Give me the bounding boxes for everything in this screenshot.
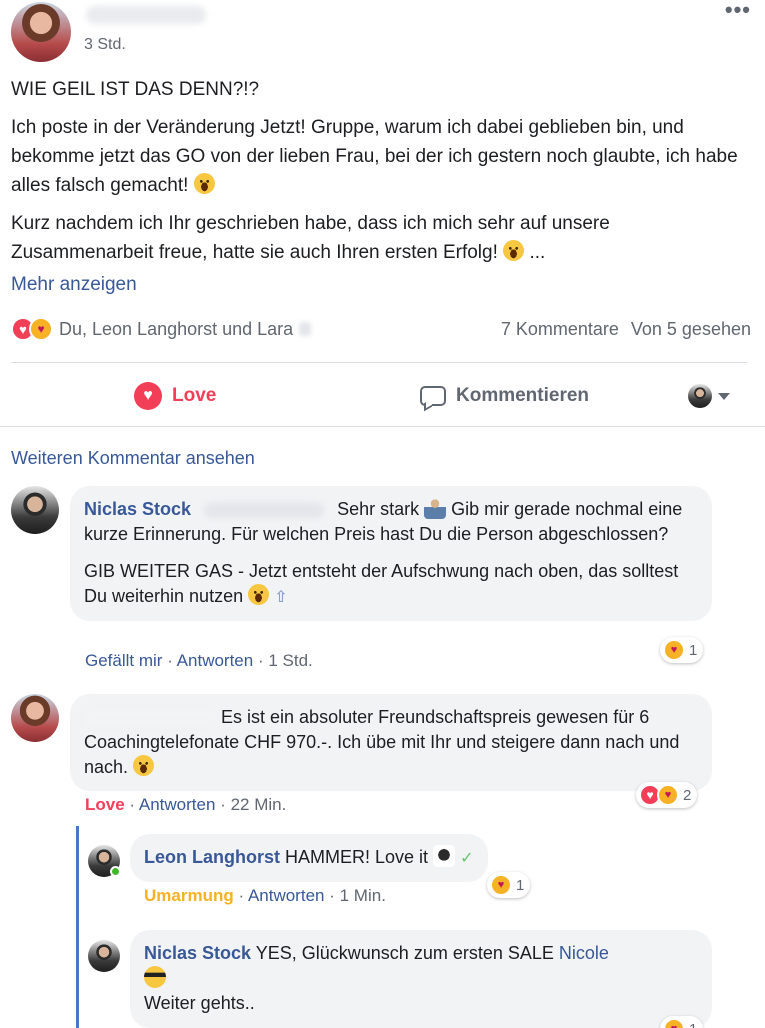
smile-emoji-icon: [133, 755, 155, 776]
comment-as-selector[interactable]: [688, 384, 730, 408]
love-button[interactable]: ♥ Love: [134, 382, 216, 410]
care-reaction-icon: ♥: [29, 317, 53, 341]
reactor-name-redacted: [299, 322, 312, 336]
reply-reaction-badge[interactable]: ♥ 1: [660, 1016, 704, 1028]
reactors-names[interactable]: Du, Leon Langhorst und Lara: [59, 319, 293, 340]
see-more-link[interactable]: Mehr anzeigen: [11, 270, 751, 299]
comment-author-avatar[interactable]: [11, 486, 59, 534]
person-emoji-icon: [424, 497, 447, 519]
comment-meta: Gefällt mir · Antworten · 1 Std.: [85, 651, 313, 670]
reply-thread-line: [76, 826, 79, 1028]
heart-icon: ♥: [134, 382, 162, 410]
divider: [0, 426, 765, 427]
reply-author-name[interactable]: Niclas Stock: [144, 943, 251, 963]
comment-author-avatar[interactable]: [11, 694, 59, 742]
caret-down-icon: [718, 392, 730, 400]
sunglasses-emoji-icon: [144, 966, 166, 988]
online-status-indicator: [110, 866, 121, 877]
love-reaction-link[interactable]: Love: [85, 795, 125, 814]
reply-reaction-badge[interactable]: ♥ 1: [487, 872, 531, 898]
comment-bubble: Es ist ein absoluter Freundschaftspreis …: [70, 694, 712, 791]
seen-by-count[interactable]: Von 5 gesehen: [631, 319, 751, 340]
reply-link[interactable]: Antworten: [248, 886, 325, 905]
reply-time[interactable]: 1 Min.: [340, 886, 386, 905]
mention-link[interactable]: Nicole: [559, 943, 609, 963]
post-author-name-redacted: [86, 6, 206, 24]
redacted-author-name: [84, 710, 216, 727]
comment-time[interactable]: 22 Min.: [231, 795, 287, 814]
comment-reaction-badge[interactable]: ♥ 1: [660, 637, 704, 663]
grinning-emoji-icon: [503, 240, 525, 261]
post-paragraph-3: Kurz nachdem ich Ihr geschrieben habe, d…: [11, 213, 610, 263]
reply-author-name[interactable]: Leon Langhorst: [144, 847, 280, 867]
victory-emoji-icon: [433, 845, 456, 867]
reply-link[interactable]: Antworten: [139, 795, 216, 814]
reply-author-avatar[interactable]: [88, 940, 120, 972]
view-more-comments-link[interactable]: Weiteren Kommentar ansehen: [11, 448, 255, 469]
post-counts: 7 Kommentare Von 5 gesehen: [501, 319, 751, 340]
post-paragraph-1: WIE GEIL IST DAS DENN?!?: [11, 79, 260, 100]
comment-button[interactable]: Kommentieren: [418, 384, 589, 408]
check-emoji-icon: ✓: [460, 850, 474, 867]
post-paragraph-2: Ich poste in der Veränderung Jetzt! Grup…: [11, 117, 738, 196]
comment-time[interactable]: 1 Std.: [268, 651, 312, 670]
reply-bubble: Leon Langhorst HAMMER! Love it ✓: [130, 834, 488, 882]
redacted-mention: [204, 502, 325, 519]
care-reaction-icon: ♥: [663, 639, 685, 661]
wink-emoji-icon: [248, 584, 270, 605]
reply-link[interactable]: Antworten: [177, 651, 254, 670]
reply-meta: Umarmung · Antworten · 1 Min.: [144, 886, 386, 905]
reaction-icons[interactable]: ♥ ♥: [11, 317, 53, 341]
comment-author-name[interactable]: Niclas Stock: [84, 499, 191, 519]
reactions-summary: ♥ ♥ Du, Leon Langhorst und Lara 7 Kommen…: [11, 314, 751, 344]
post-body: WIE GEIL IST DAS DENN?!? Ich poste in de…: [11, 75, 751, 299]
post-action-bar: ♥ Love Kommentieren: [0, 370, 765, 422]
comment-icon: [418, 384, 446, 408]
grinning-emoji-icon: [193, 173, 215, 194]
more-options-icon[interactable]: •••: [725, 0, 751, 21]
comment-bubble: Niclas Stock Sehr stark Gib mir gerade n…: [70, 486, 712, 621]
avatar: [688, 384, 712, 408]
care-reaction-link[interactable]: Umarmung: [144, 886, 234, 905]
post-timestamp[interactable]: 3 Std.: [84, 36, 126, 54]
like-link[interactable]: Gefällt mir: [85, 651, 162, 670]
care-reaction-icon: ♥: [663, 1018, 685, 1028]
comment-meta: Love · Antworten · 22 Min.: [85, 795, 287, 814]
comments-count[interactable]: 7 Kommentare: [501, 319, 619, 340]
post-author-avatar[interactable]: [11, 2, 71, 62]
care-reaction-icon: ♥: [657, 784, 679, 806]
reply-bubble: Niclas Stock YES, Glückwunsch zum ersten…: [130, 930, 712, 1028]
top-arrow-icon: ⇧: [274, 589, 288, 606]
divider: [11, 362, 747, 363]
care-reaction-icon: ♥: [490, 874, 512, 896]
comment-reaction-badge[interactable]: ♥ ♥ 2: [636, 782, 698, 808]
